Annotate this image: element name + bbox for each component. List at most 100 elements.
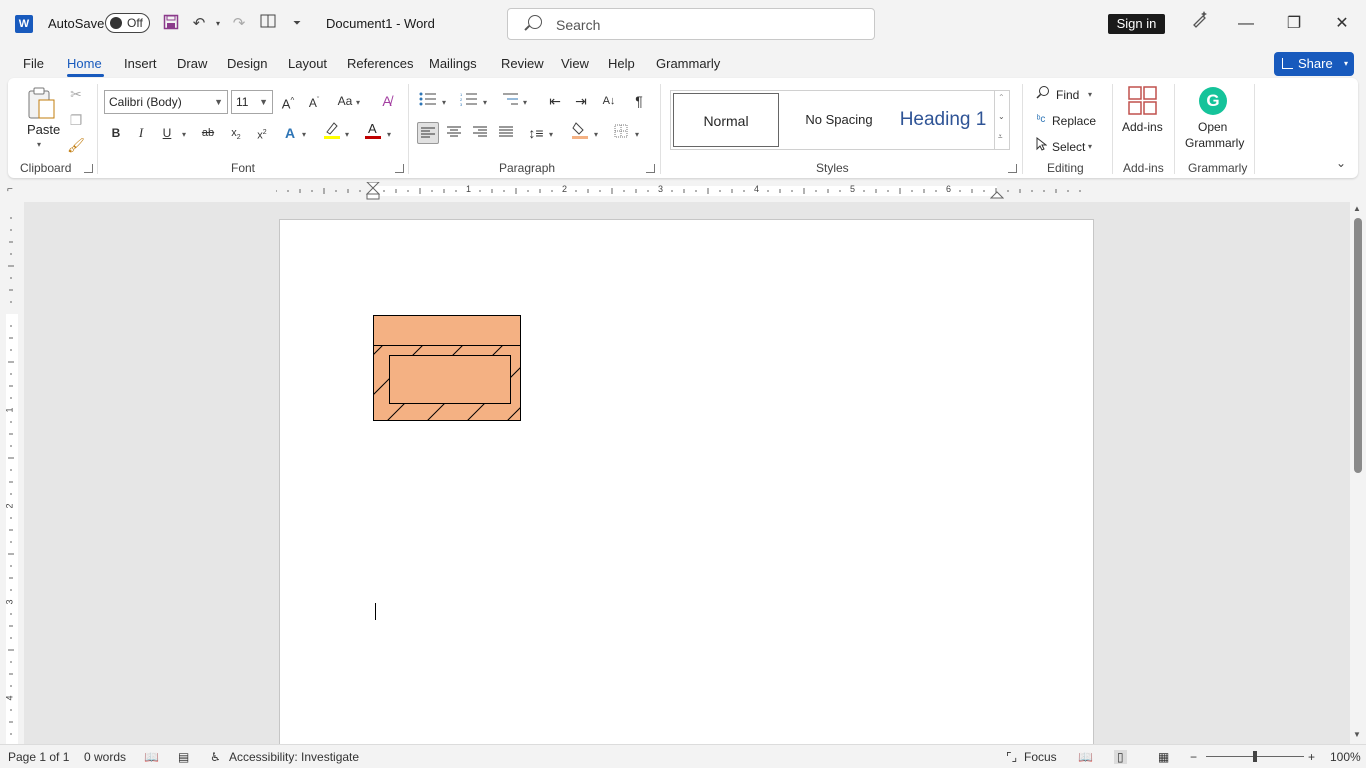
style-heading-1[interactable]: Heading 1 xyxy=(893,93,993,147)
italic-icon[interactable]: I xyxy=(130,122,152,144)
font-name-select[interactable]: Calibri (Body) ▼ xyxy=(104,90,228,114)
word-count[interactable]: 0 words xyxy=(84,750,126,764)
search-box[interactable]: Search xyxy=(507,8,875,40)
select-icon[interactable] xyxy=(1030,135,1052,157)
document-shape[interactable] xyxy=(373,315,523,423)
shading-dropdown-icon[interactable]: ▾ xyxy=(594,130,598,139)
style-no-spacing[interactable]: No Spacing xyxy=(789,93,889,147)
grammarly-label-line1[interactable]: Open xyxy=(1198,120,1227,134)
highlight-dropdown-icon[interactable]: ▾ xyxy=(345,130,349,139)
accessibility-status[interactable]: Accessibility: Investigate xyxy=(229,750,359,764)
redo-icon[interactable]: ↷ xyxy=(229,14,249,34)
tab-insert[interactable]: Insert xyxy=(124,56,157,71)
format-painter-icon[interactable]: 🖌 xyxy=(65,134,87,156)
grow-font-icon[interactable]: A^ xyxy=(277,90,299,112)
designer-icon[interactable] xyxy=(1180,8,1220,40)
text-effects-dropdown-icon[interactable]: ▾ xyxy=(302,130,306,139)
print-layout-icon[interactable]: ▯ xyxy=(1114,750,1127,764)
justify-icon[interactable] xyxy=(495,122,517,144)
tab-draw[interactable]: Draw xyxy=(177,56,207,71)
numbering-icon[interactable]: 123 xyxy=(458,90,480,112)
change-case-icon[interactable]: Aa xyxy=(334,90,356,112)
add-ins-icon[interactable] xyxy=(1128,86,1158,116)
styles-launcher-icon[interactable] xyxy=(1008,164,1017,173)
collapse-ribbon-icon[interactable]: ⌄ xyxy=(1336,156,1346,170)
tab-file[interactable]: File xyxy=(23,56,44,71)
grammarly-icon[interactable]: G xyxy=(1199,87,1227,115)
zoom-level[interactable]: 100% xyxy=(1330,750,1361,764)
sort-icon[interactable]: A↓ xyxy=(598,90,620,112)
bullets-dropdown-icon[interactable]: ▾ xyxy=(442,98,446,107)
borders-dropdown-icon[interactable]: ▾ xyxy=(635,130,639,139)
styles-more-icon[interactable]: ⩡ xyxy=(998,132,1003,142)
focus-icon[interactable]: ⌜⌟ xyxy=(1006,750,1017,764)
paste-label[interactable]: Paste xyxy=(27,122,60,137)
paragraph-launcher-icon[interactable] xyxy=(646,164,655,173)
share-button[interactable]: Share ▾ xyxy=(1274,52,1354,76)
find-label[interactable]: Find xyxy=(1056,88,1079,102)
read-mode-view-icon[interactable]: 📖 xyxy=(1078,750,1093,764)
line-spacing-icon[interactable]: ↕≡ xyxy=(525,122,547,144)
font-launcher-icon[interactable] xyxy=(395,164,404,173)
decrease-indent-icon[interactable]: ⇤ xyxy=(544,90,566,112)
copy-icon[interactable]: ❐ xyxy=(65,109,87,131)
document-canvas[interactable] xyxy=(24,202,1350,744)
select-dropdown-icon[interactable]: ▾ xyxy=(1088,142,1092,151)
vertical-scrollbar[interactable]: ▲ ▼ xyxy=(1350,202,1366,744)
zoom-slider-thumb[interactable] xyxy=(1253,751,1257,762)
accessibility-icon[interactable]: ♿ xyxy=(210,750,221,764)
tab-grammarly[interactable]: Grammarly xyxy=(656,56,720,71)
replace-icon[interactable]: ᵇc xyxy=(1030,109,1052,131)
zoom-in-icon[interactable]: + xyxy=(1308,750,1315,764)
text-predictions-icon[interactable]: ▤ xyxy=(178,750,189,764)
indent-marker-icon[interactable] xyxy=(366,182,380,200)
clipboard-launcher-icon[interactable] xyxy=(84,164,93,173)
focus-label[interactable]: Focus xyxy=(1024,750,1057,764)
borders-icon[interactable] xyxy=(610,122,632,144)
add-ins-label[interactable]: Add-ins xyxy=(1122,120,1163,134)
cut-icon[interactable]: ✂ xyxy=(65,83,87,105)
subscript-icon[interactable]: x2 xyxy=(225,122,247,144)
clear-formatting-icon[interactable]: A̸ xyxy=(376,90,398,112)
tab-help[interactable]: Help xyxy=(608,56,635,71)
customize-qat-icon[interactable]: ⏷ xyxy=(287,14,307,34)
underline-icon[interactable]: U xyxy=(156,122,178,144)
style-normal[interactable]: Normal xyxy=(673,93,779,147)
bold-icon[interactable]: B xyxy=(105,122,127,144)
scroll-down-icon[interactable]: ▼ xyxy=(1353,730,1361,739)
document-page[interactable] xyxy=(279,219,1094,744)
align-left-icon[interactable] xyxy=(417,122,439,144)
shrink-font-icon[interactable]: Aˇ xyxy=(303,90,325,112)
increase-indent-icon[interactable]: ⇥ xyxy=(570,90,592,112)
tab-view[interactable]: View xyxy=(561,56,589,71)
paste-dropdown-icon[interactable]: ▾ xyxy=(37,140,41,149)
scrollbar-thumb[interactable] xyxy=(1354,218,1362,473)
tab-layout[interactable]: Layout xyxy=(288,56,327,71)
bullets-icon[interactable] xyxy=(417,90,439,112)
restore-icon[interactable]: ❐ xyxy=(1274,8,1314,40)
autosave-toggle[interactable]: Off xyxy=(105,13,150,33)
font-color-dropdown-icon[interactable]: ▾ xyxy=(387,130,391,139)
change-case-dropdown-icon[interactable]: ▾ xyxy=(356,98,360,107)
align-center-icon[interactable] xyxy=(443,122,465,144)
find-dropdown-icon[interactable]: ▾ xyxy=(1088,90,1092,99)
multilevel-list-icon[interactable] xyxy=(499,90,521,112)
line-spacing-dropdown-icon[interactable]: ▾ xyxy=(549,130,553,139)
superscript-icon[interactable]: x2 xyxy=(251,122,273,144)
styles-scrollbar[interactable]: ⌃ ⌄ ⩡ xyxy=(994,90,1010,150)
tab-mailings[interactable]: Mailings xyxy=(429,56,477,71)
undo-icon[interactable]: ↶ xyxy=(189,14,209,34)
page-count[interactable]: Page 1 of 1 xyxy=(8,750,69,764)
scroll-up-icon[interactable]: ▲ xyxy=(1353,204,1361,213)
tab-home[interactable]: Home xyxy=(67,56,102,71)
undo-dropdown-icon[interactable]: ▾ xyxy=(208,14,228,34)
paste-icon[interactable] xyxy=(26,86,56,122)
numbering-dropdown-icon[interactable]: ▾ xyxy=(483,98,487,107)
right-indent-marker-icon[interactable] xyxy=(990,187,1004,199)
multilevel-dropdown-icon[interactable]: ▾ xyxy=(523,98,527,107)
sign-in-button[interactable]: Sign in xyxy=(1108,14,1165,34)
proofing-icon[interactable]: 📖 xyxy=(144,750,159,764)
strikethrough-icon[interactable]: ab xyxy=(197,122,219,144)
replace-label[interactable]: Replace xyxy=(1052,114,1096,128)
select-label[interactable]: Select xyxy=(1052,140,1085,154)
